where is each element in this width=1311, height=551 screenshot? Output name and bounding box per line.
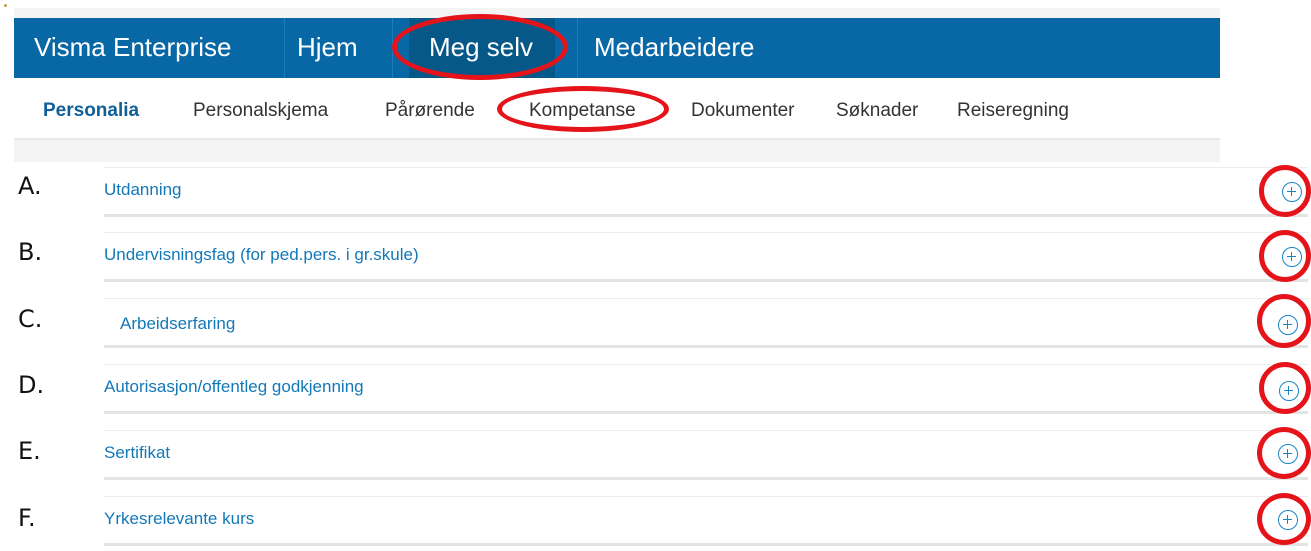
label-letter-a: A. [18, 172, 42, 200]
tab-personalia[interactable]: Personalia [43, 78, 139, 138]
section-utdanning[interactable]: Utdanning [104, 167, 1308, 217]
label-letter-b: B. [18, 238, 43, 266]
sub-navbar: Personalia Personalskjema Pårørende Komp… [14, 78, 1220, 140]
top-bar: Visma Enterprise Hjem Meg selv Medarbeid… [14, 8, 1220, 78]
nav-divider [577, 18, 578, 78]
label-letter-e: E. [18, 437, 41, 465]
section-title[interactable]: Undervisningsfag (for ped.pers. i gr.sku… [104, 245, 419, 265]
section-title[interactable]: Arbeidserfaring [120, 314, 235, 334]
add-circle-icon[interactable] [1278, 315, 1298, 335]
main-navbar: Visma Enterprise Hjem Meg selv Medarbeid… [14, 18, 1220, 78]
corner-dot [4, 4, 7, 7]
nav-item-hjem[interactable]: Hjem [297, 18, 358, 78]
section-title[interactable]: Autorisasjon/offentleg godkjenning [104, 377, 364, 397]
tab-reiseregning[interactable]: Reiseregning [957, 78, 1069, 138]
subnav-underlay [14, 140, 1220, 162]
tab-dokumenter[interactable]: Dokumenter [691, 78, 795, 138]
add-circle-icon[interactable] [1282, 182, 1302, 202]
tab-kompetanse[interactable]: Kompetanse [529, 78, 636, 138]
section-yrkesrelevante-kurs[interactable]: Yrkesrelevante kurs [104, 496, 1308, 546]
tab-personalskjema[interactable]: Personalskjema [193, 78, 328, 138]
section-title[interactable]: Sertifikat [104, 443, 170, 463]
add-circle-icon[interactable] [1278, 444, 1298, 464]
section-sertifikat[interactable]: Sertifikat [104, 430, 1308, 480]
label-letter-d: D. [18, 371, 45, 399]
nav-item-medarbeidere[interactable]: Medarbeidere [594, 18, 754, 78]
nav-divider [392, 18, 393, 78]
add-circle-icon[interactable] [1279, 381, 1299, 401]
add-circle-icon[interactable] [1282, 247, 1302, 267]
app-brand[interactable]: Visma Enterprise [34, 18, 232, 78]
section-title[interactable]: Yrkesrelevante kurs [104, 509, 254, 529]
section-autorisasjon[interactable]: Autorisasjon/offentleg godkjenning [104, 364, 1308, 414]
nav-item-meg-selv[interactable]: Meg selv [409, 18, 556, 78]
tab-parorende[interactable]: Pårørende [385, 78, 475, 138]
label-letter-f: F. [18, 504, 36, 532]
nav-divider [284, 18, 285, 78]
section-title[interactable]: Utdanning [104, 180, 182, 200]
tab-soknader[interactable]: Søknader [836, 78, 918, 138]
section-undervisningsfag[interactable]: Undervisningsfag (for ped.pers. i gr.sku… [104, 232, 1308, 282]
add-circle-icon[interactable] [1278, 510, 1298, 530]
label-letter-c: C. [18, 305, 43, 333]
section-arbeidserfaring[interactable]: Arbeidserfaring [104, 298, 1308, 348]
